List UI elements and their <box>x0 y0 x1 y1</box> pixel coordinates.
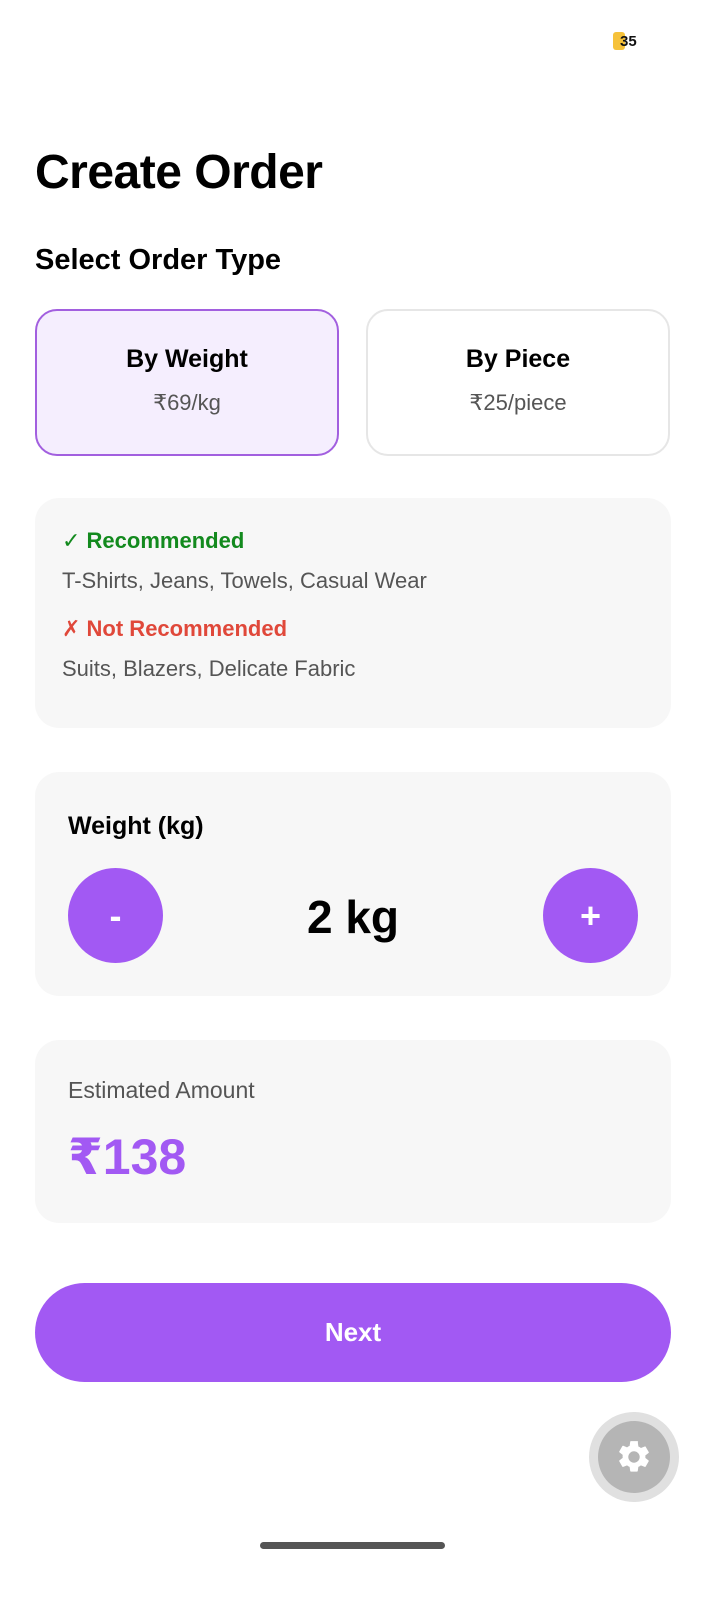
estimated-amount-panel: Estimated Amount ₹138 <box>35 1040 671 1223</box>
increase-weight-button[interactable]: + <box>543 868 638 963</box>
order-type-price: ₹69/kg <box>153 390 221 415</box>
order-type-title: By Piece <box>465 345 571 373</box>
order-type-by-weight[interactable]: By Weight ₹69/kg <box>35 309 339 456</box>
status-badge: 35 <box>613 32 637 50</box>
section-title-order-type: Select Order Type <box>35 244 282 276</box>
recommendation-panel: ✓ Recommended T-Shirts, Jeans, Towels, C… <box>35 498 671 728</box>
decrease-weight-button[interactable]: - <box>68 868 163 963</box>
estimated-amount-value: ₹138 <box>68 1129 187 1185</box>
not-recommended-items: Suits, Blazers, Delicate Fabric <box>62 656 356 681</box>
create-order-screen: 35 Create Order Select Order Type By Wei… <box>0 0 719 1600</box>
weight-label: Weight (kg) <box>68 812 204 840</box>
settings-fab[interactable] <box>589 1412 679 1502</box>
page-title: Create Order <box>35 146 323 199</box>
recommended-heading: ✓ Recommended <box>62 528 245 553</box>
recommended-items: T-Shirts, Jeans, Towels, Casual Wear <box>62 568 427 593</box>
order-type-title: By Weight <box>126 345 248 373</box>
home-indicator[interactable] <box>260 1542 445 1549</box>
next-button[interactable]: Next <box>35 1283 671 1382</box>
estimated-amount-label: Estimated Amount <box>68 1077 255 1103</box>
weight-panel: Weight (kg) 2 kg - + <box>35 772 671 996</box>
gear-icon <box>619 1441 649 1472</box>
settings-fab-inner <box>598 1421 670 1493</box>
not-recommended-heading: ✗ Not Recommended <box>62 616 288 641</box>
badge-number: 35 <box>620 32 637 50</box>
order-type-price: ₹25/piece <box>469 390 567 415</box>
order-type-by-piece[interactable]: By Piece ₹25/piece <box>366 309 670 456</box>
